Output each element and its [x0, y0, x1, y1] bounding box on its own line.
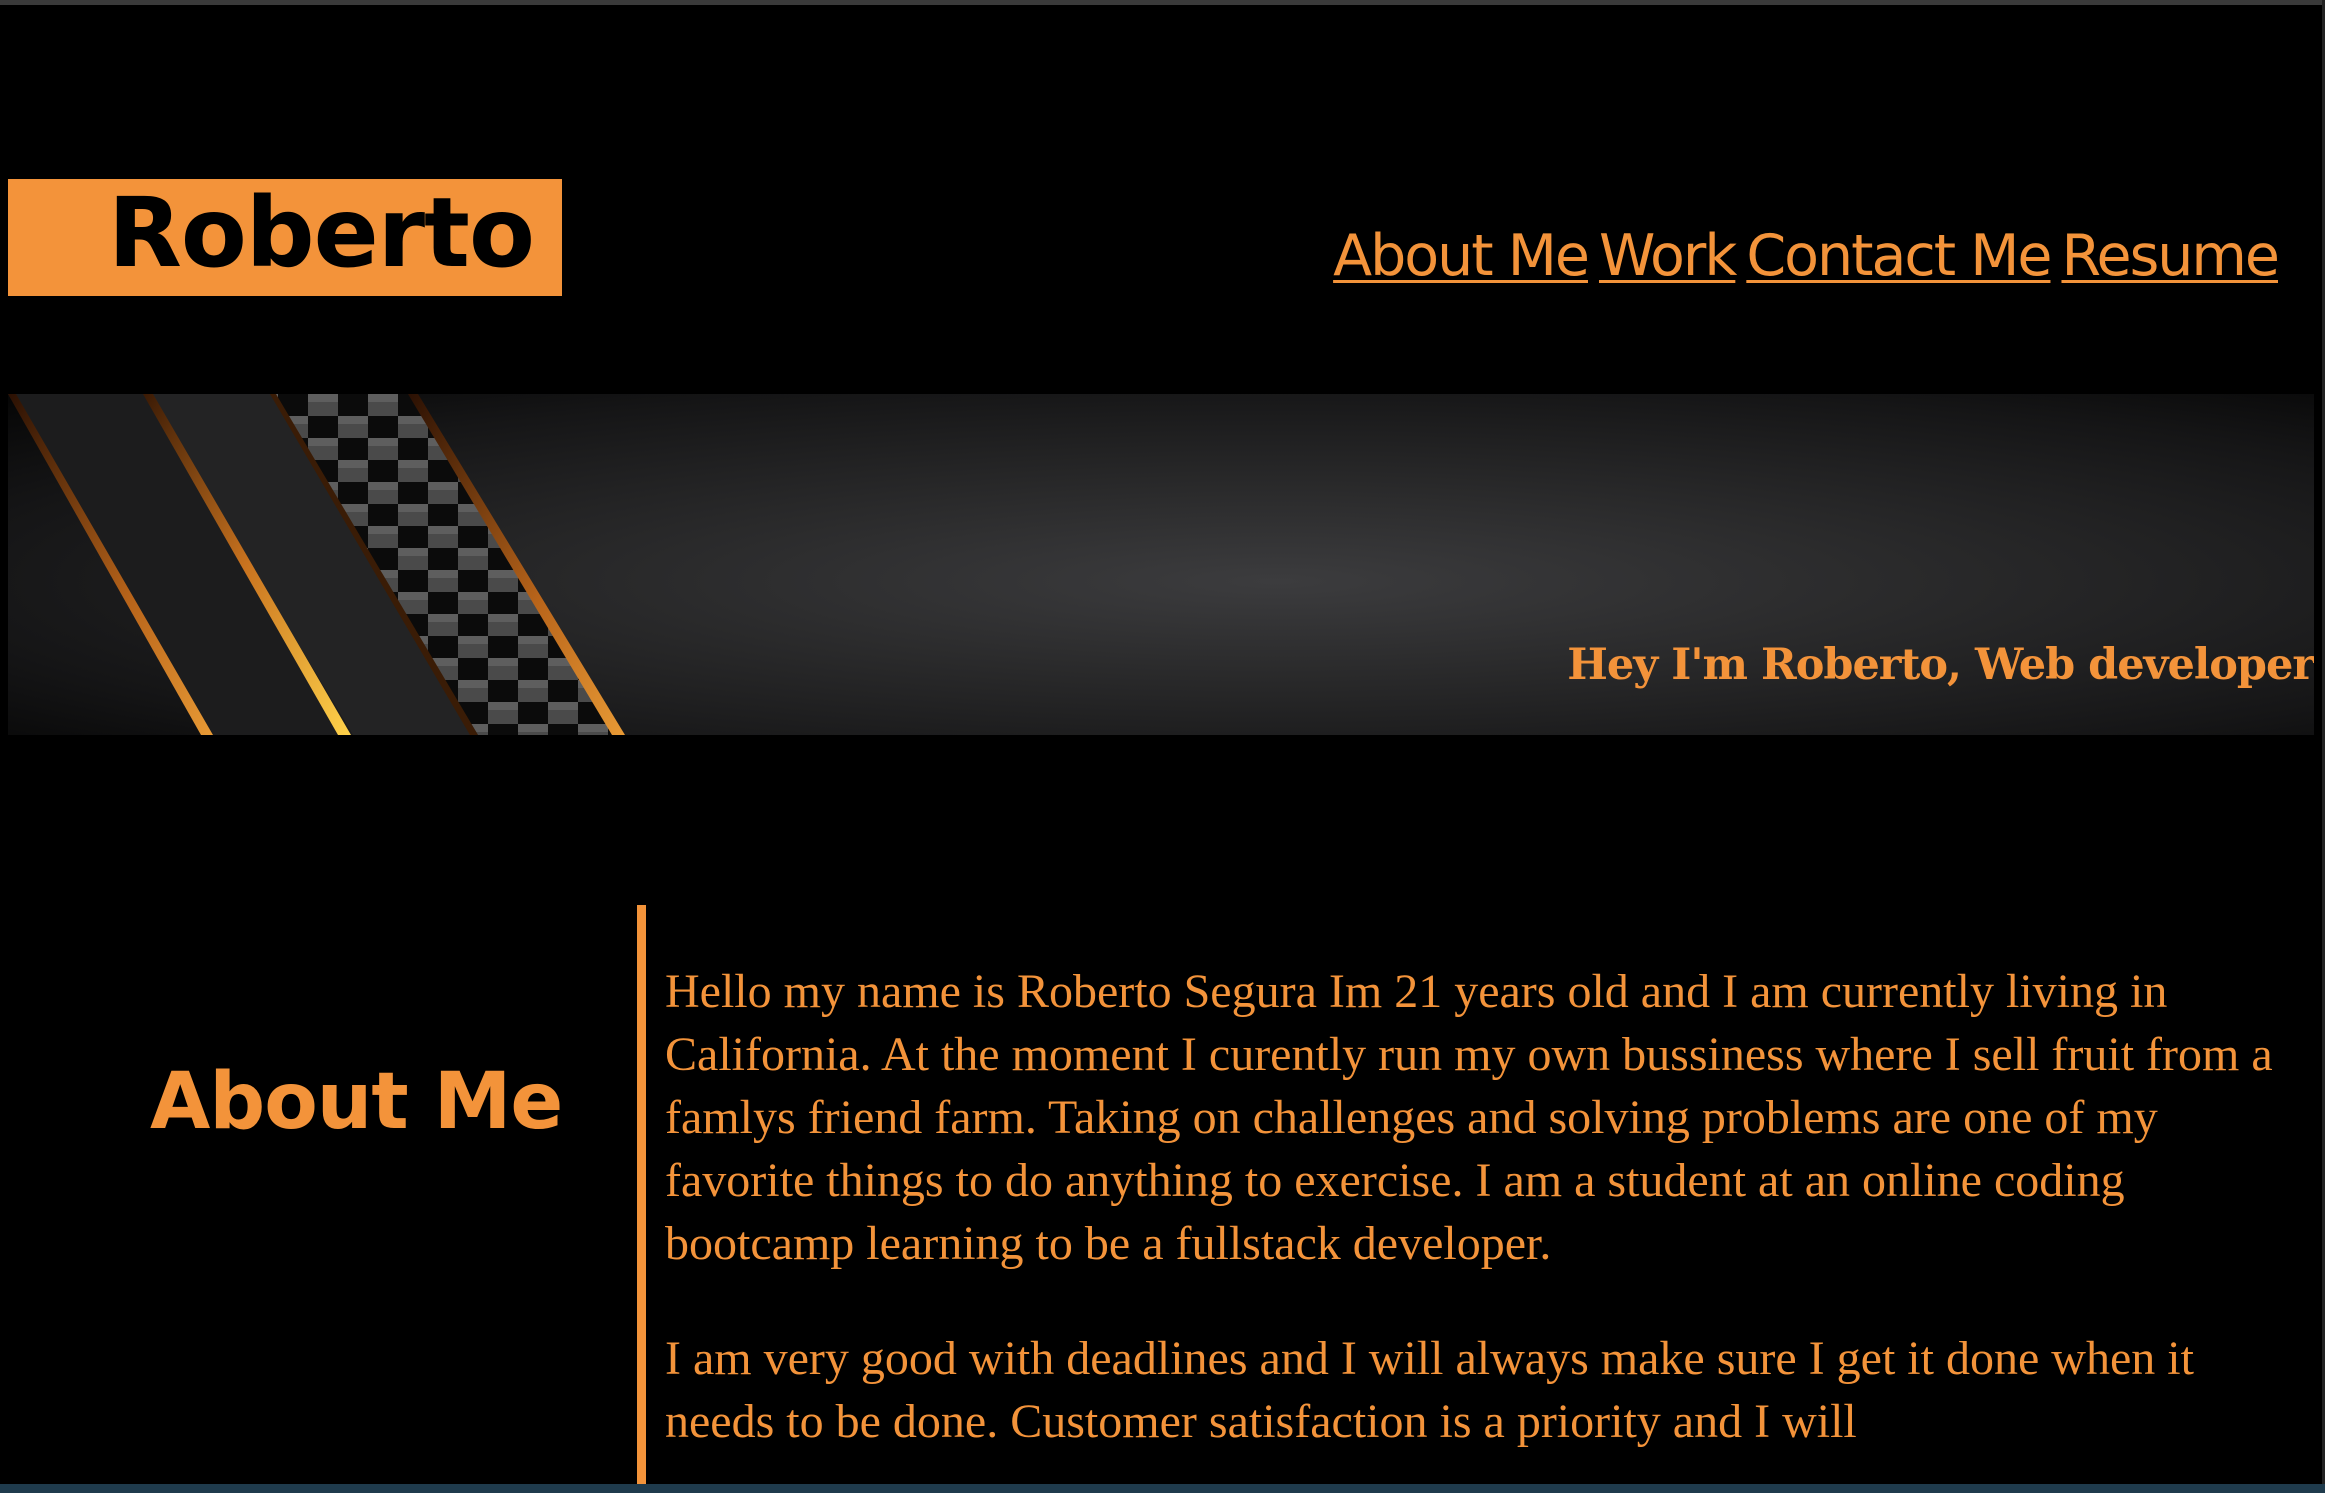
- nav-link-contact-me[interactable]: Contact Me: [1746, 222, 2052, 290]
- nav-link-work[interactable]: Work: [1599, 222, 1737, 290]
- hero-banner: Hey I'm Roberto, Web developer: [8, 394, 2314, 735]
- window-top-border: [0, 0, 2325, 5]
- about-heading: About Me: [150, 1056, 563, 1147]
- nav-link-resume[interactable]: Resume: [2061, 222, 2280, 290]
- nav-link-about-me[interactable]: About Me: [1333, 222, 1590, 290]
- about-paragraph: I am very good with deadlines and I will…: [665, 1332, 2194, 1448]
- hero-tagline: Hey I'm Roberto, Web developer: [1567, 640, 2314, 690]
- about-paragraph: Hello my name is Roberto Segura Im 21 ye…: [665, 965, 2273, 1270]
- about-divider: [637, 905, 646, 1493]
- about-text: Hello my name is Roberto Segura Im 21 ye…: [665, 960, 2285, 1493]
- window-bottom-border: [0, 1484, 2325, 1493]
- main-nav: About Me Work Contact Me Resume: [1333, 222, 2280, 290]
- logo-text: Roberto S: [108, 179, 562, 289]
- logo[interactable]: Roberto S: [8, 179, 562, 296]
